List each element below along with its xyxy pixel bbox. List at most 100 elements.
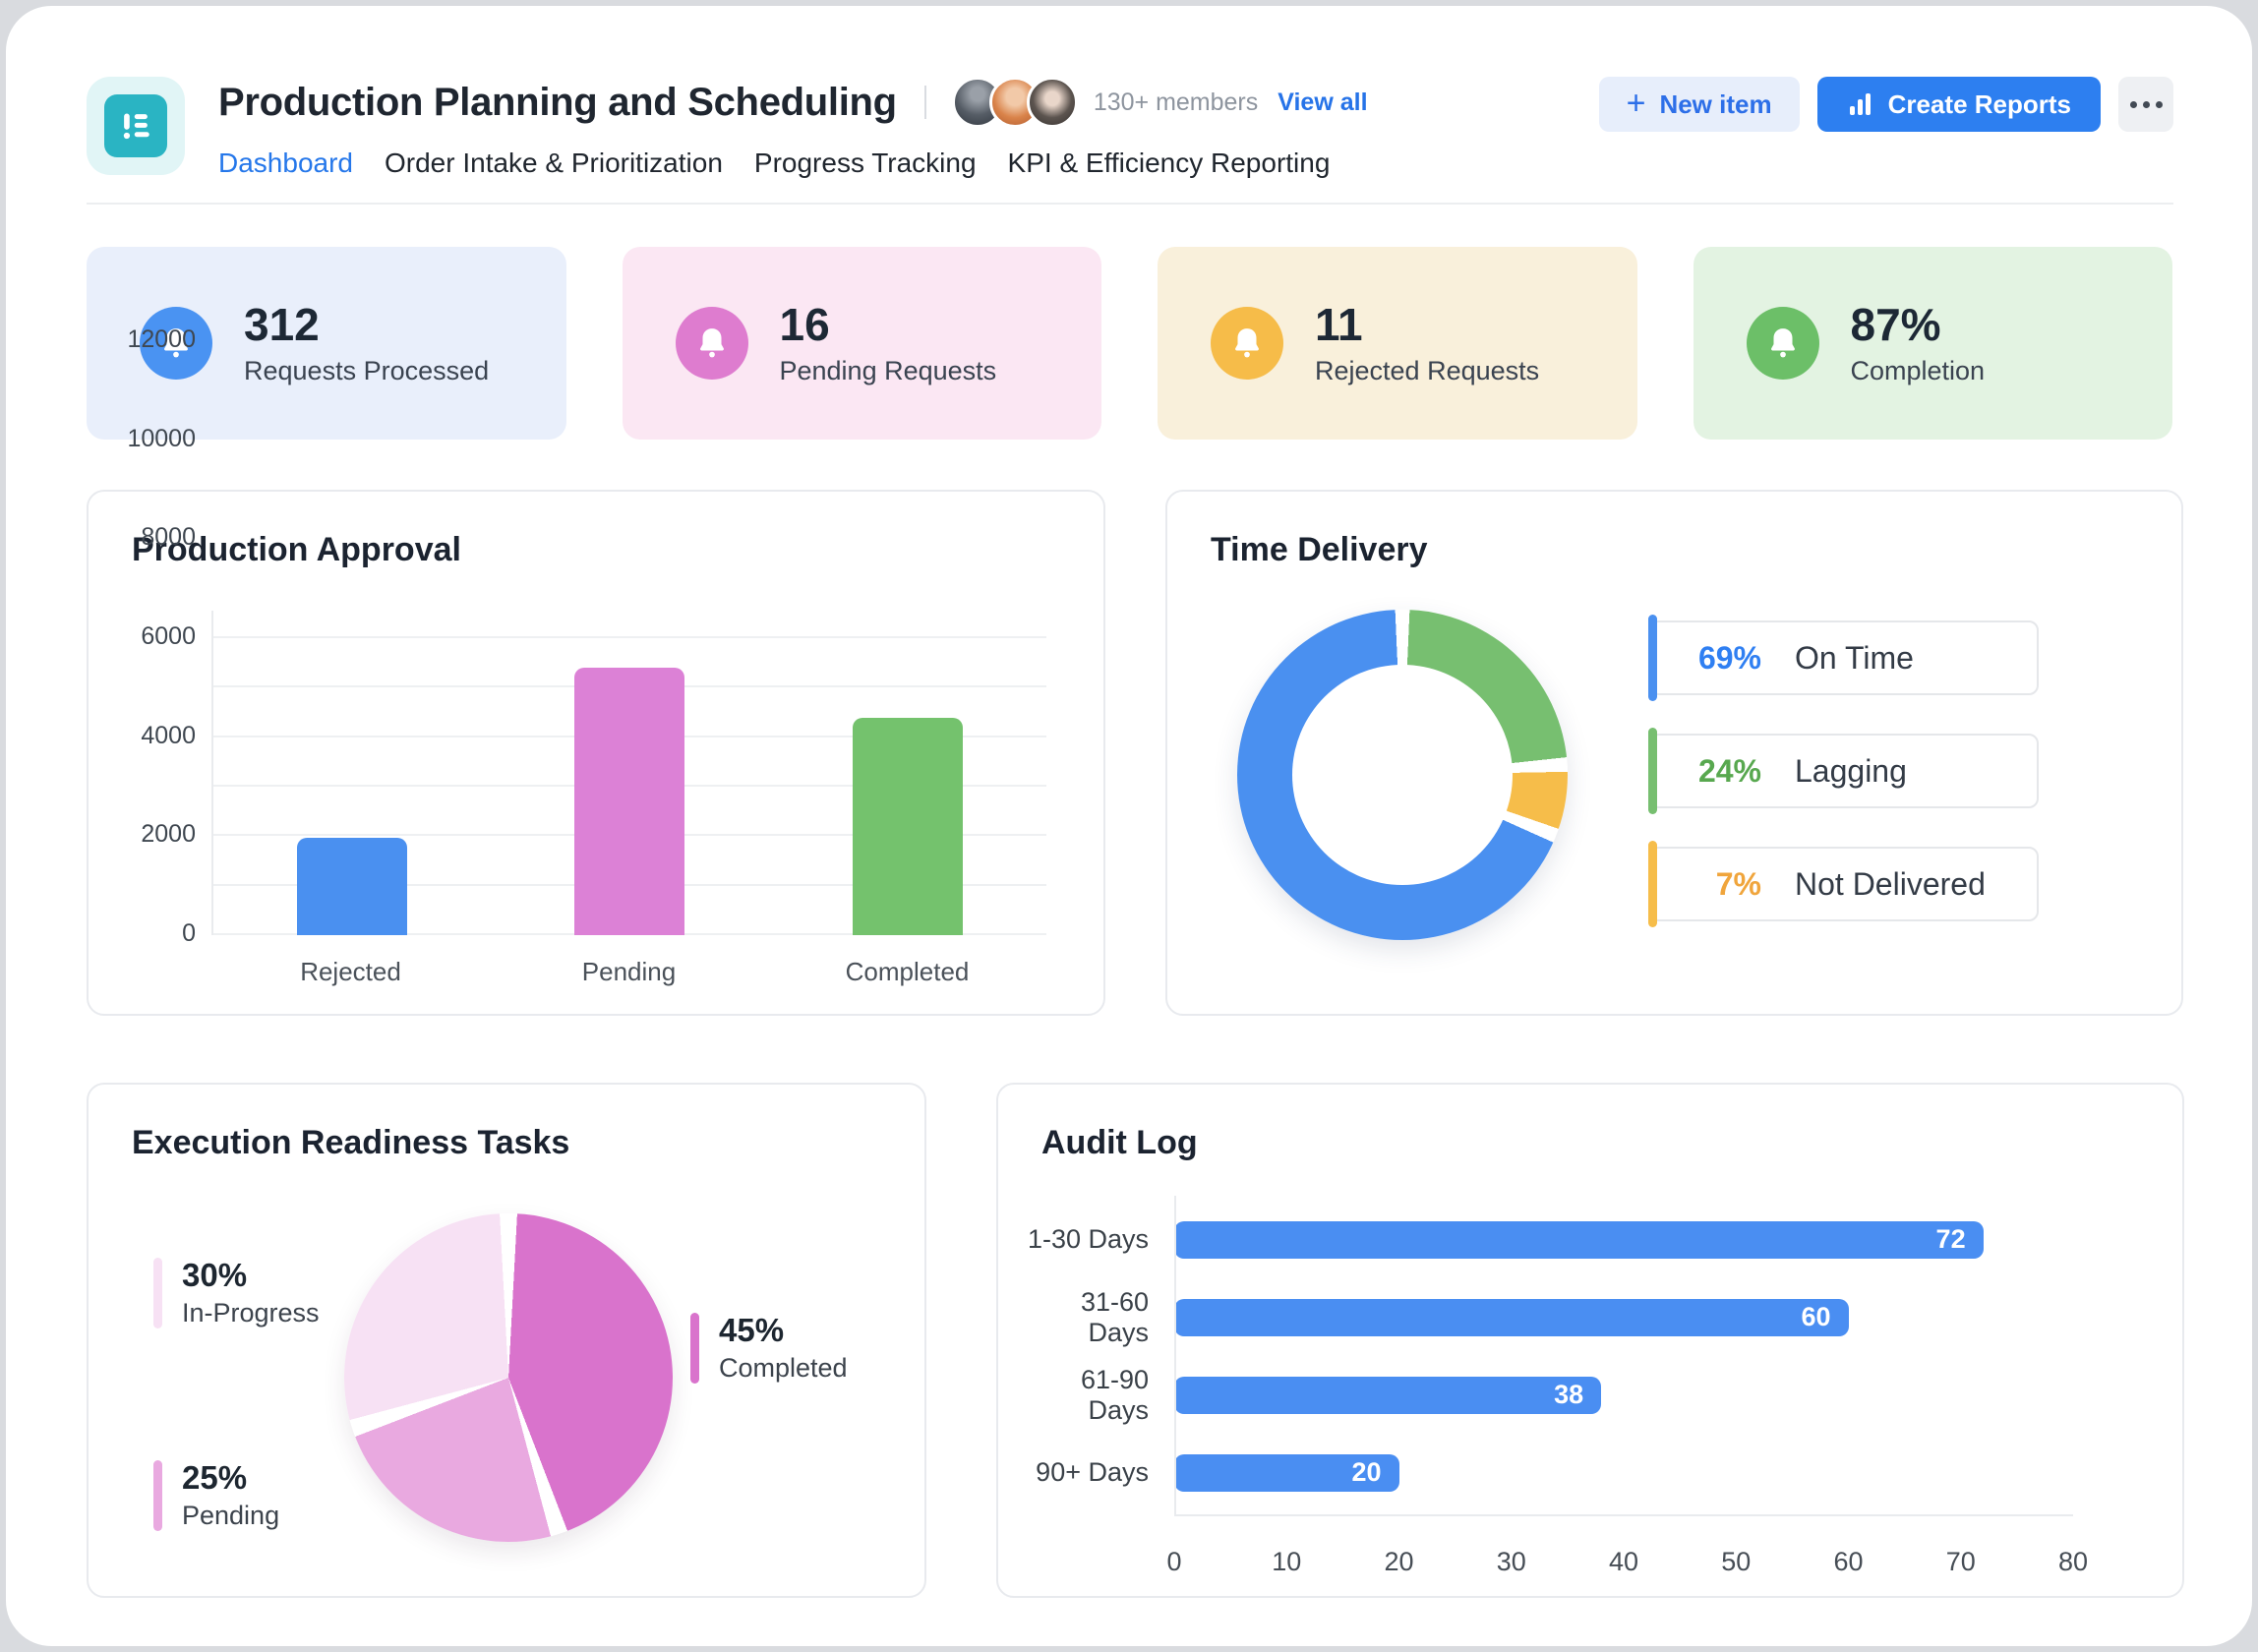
x-axis-line — [1174, 1514, 2073, 1516]
legend-accent-bar — [1648, 841, 1657, 927]
stat-cards: 312 Requests Processed 16 Pending Requests 1… — [87, 247, 2172, 440]
ellipsis-icon — [2129, 100, 2137, 108]
stat-value: 312 — [244, 299, 320, 351]
x-axis-tick: 0 — [1166, 1547, 1182, 1576]
x-axis-label: Pending — [581, 957, 677, 986]
bell-icon — [675, 307, 748, 380]
x-axis-tick: 40 — [1608, 1547, 1639, 1576]
y-axis-tick: 0 — [182, 919, 196, 947]
tab-kpi-efficiency-reporting[interactable]: KPI & Efficiency Reporting — [1008, 148, 1331, 179]
time-delivery-legend: 69% On Time 24% Lagging 7% Not Delivered — [1648, 615, 2039, 960]
bar-track: 38 — [1174, 1376, 2073, 1414]
member-avatars[interactable] — [951, 77, 1078, 128]
audit-log-plot: 1-30 Days 72 31-60 Days 60 61-90 Days 38 90+ D… — [1022, 1196, 2088, 1576]
stat-card-pending-requests: 16 Pending Requests — [622, 247, 1101, 440]
x-axis-tick: 30 — [1496, 1547, 1526, 1576]
x-axis-tick: 10 — [1272, 1547, 1302, 1576]
legend-label: Lagging — [1795, 752, 1907, 789]
execution-readiness-card: Execution Readiness Tasks 45% Completed 25… — [87, 1083, 926, 1598]
stat-value: 16 — [779, 299, 830, 351]
bell-icon — [1211, 307, 1283, 380]
more-options-button[interactable] — [2118, 77, 2173, 132]
bar-value: 60 — [1801, 1302, 1831, 1331]
bar-value: 38 — [1554, 1380, 1584, 1409]
bar-value: 20 — [1351, 1457, 1382, 1487]
audit-log-row: 61-90 Days 38 — [1022, 1356, 2073, 1434]
x-axis-label: Completed — [845, 957, 970, 986]
production-approval-plot: 0 2000 4000 6000 8000 10000 12000 — [127, 325, 1046, 947]
production-approval-card: Production Approval 0 2000 4000 6000 8000 100… — [87, 325, 1105, 1016]
members-count: 130+ members — [1093, 88, 1259, 116]
create-reports-button[interactable]: Create Reports — [1816, 77, 2101, 132]
stat-value: 87% — [1850, 299, 1941, 351]
new-item-button[interactable]: + New item — [1598, 77, 1800, 132]
create-reports-label: Create Reports — [1887, 88, 2071, 119]
y-axis-tick: 6000 — [141, 622, 196, 650]
x-axis-tick: 80 — [2057, 1547, 2089, 1576]
stat-label: Rejected Requests — [1315, 355, 1540, 385]
stat-label: Pending Requests — [779, 355, 997, 385]
bar-track: 72 — [1174, 1220, 2073, 1259]
stat-card-completion: 87% Completion — [1693, 247, 2172, 440]
tab-dashboard[interactable]: Dashboard — [218, 148, 353, 179]
audit-log-row: 1-30 Days 72 — [1022, 1201, 2073, 1278]
legend-accent-bar — [1648, 728, 1657, 814]
bar-completed — [852, 717, 963, 935]
legend-label: On Time — [1795, 639, 1914, 676]
category-label: 1-30 Days — [1027, 1224, 1149, 1254]
header: Production Planning and Scheduling 130+ … — [87, 77, 2173, 179]
legend-label: Not Delivered — [1795, 865, 1986, 902]
bar-track: 20 — [1174, 1453, 2073, 1492]
bar-track: 60 — [1174, 1298, 2073, 1336]
y-axis-tick: 12000 — [127, 325, 196, 353]
stat-label: Requests Processed — [244, 355, 490, 385]
legend-percent: 25% — [182, 1459, 248, 1496]
legend-percent: 69% — [1697, 639, 1761, 676]
x-axis-tick: 60 — [1833, 1547, 1864, 1576]
legend-accent-bar — [690, 1313, 699, 1385]
legend-accent-bar — [1648, 615, 1657, 701]
x-axis-tick: 20 — [1384, 1547, 1414, 1576]
production-approval-categories: Rejected Pending Completed — [211, 957, 1046, 987]
nav-tabs: Dashboard Order Intake & Prioritization Pr… — [218, 148, 1368, 179]
y-axis-tick: 10000 — [127, 424, 196, 452]
audit-log-row: 31-60 Days 60 — [1022, 1278, 2073, 1356]
header-divider — [87, 203, 2173, 205]
bar-value: 72 — [1935, 1224, 1966, 1254]
tab-progress-tracking[interactable]: Progress Tracking — [754, 148, 977, 179]
view-all-link[interactable]: View all — [1278, 88, 1367, 117]
legend-item-lagging: 24% Lagging — [1648, 728, 2039, 814]
tab-order-intake-prioritization[interactable]: Order Intake & Prioritization — [385, 148, 723, 179]
legend-percent: 45% — [719, 1312, 785, 1348]
app-logo — [87, 77, 185, 175]
legend-accent-bar — [153, 1460, 162, 1532]
audit-log-card: Audit Log 1-30 Days 72 31-60 Days 60 61-90 D… — [996, 1083, 2184, 1598]
bar-90-days: 20 — [1174, 1453, 1399, 1492]
legend-label: In-Progress — [182, 1298, 320, 1328]
category-label: 61-90 Days — [1080, 1364, 1149, 1425]
x-axis-tick: 50 — [1721, 1547, 1752, 1576]
y-axis-tick: 2000 — [141, 820, 196, 849]
x-axis-ticks: 0 10 20 30 40 50 60 70 80 — [1022, 1547, 2088, 1586]
bell-icon — [1746, 307, 1819, 380]
legend-accent-bar — [153, 1258, 162, 1329]
avatar[interactable] — [1026, 77, 1078, 128]
time-delivery-card: Time Delivery 69% On Time 24% Lagging 7% Not … — [1165, 490, 2183, 1016]
stat-card-rejected-requests: 11 Rejected Requests — [1158, 247, 1637, 440]
card-title: Execution Readiness Tasks — [132, 1124, 570, 1161]
y-axis-line — [1174, 1196, 1176, 1516]
y-axis-tick: 4000 — [141, 721, 196, 749]
category-label: 90+ Days — [1036, 1457, 1149, 1487]
legend-item-not-delivered: 7% Not Delivered — [1648, 841, 2039, 927]
legend-label: Pending — [182, 1501, 280, 1531]
title-divider — [923, 86, 926, 119]
bar-rejected — [297, 837, 408, 935]
plus-icon: + — [1626, 84, 1646, 122]
y-axis-tick: 8000 — [141, 523, 196, 552]
list-icon — [104, 94, 167, 157]
bar-31-60-days: 60 — [1174, 1298, 1849, 1336]
stat-label: Completion — [1850, 355, 1986, 385]
x-axis-label: Rejected — [300, 957, 401, 986]
legend-label: Completed — [719, 1353, 848, 1384]
stat-value: 11 — [1315, 299, 1363, 351]
